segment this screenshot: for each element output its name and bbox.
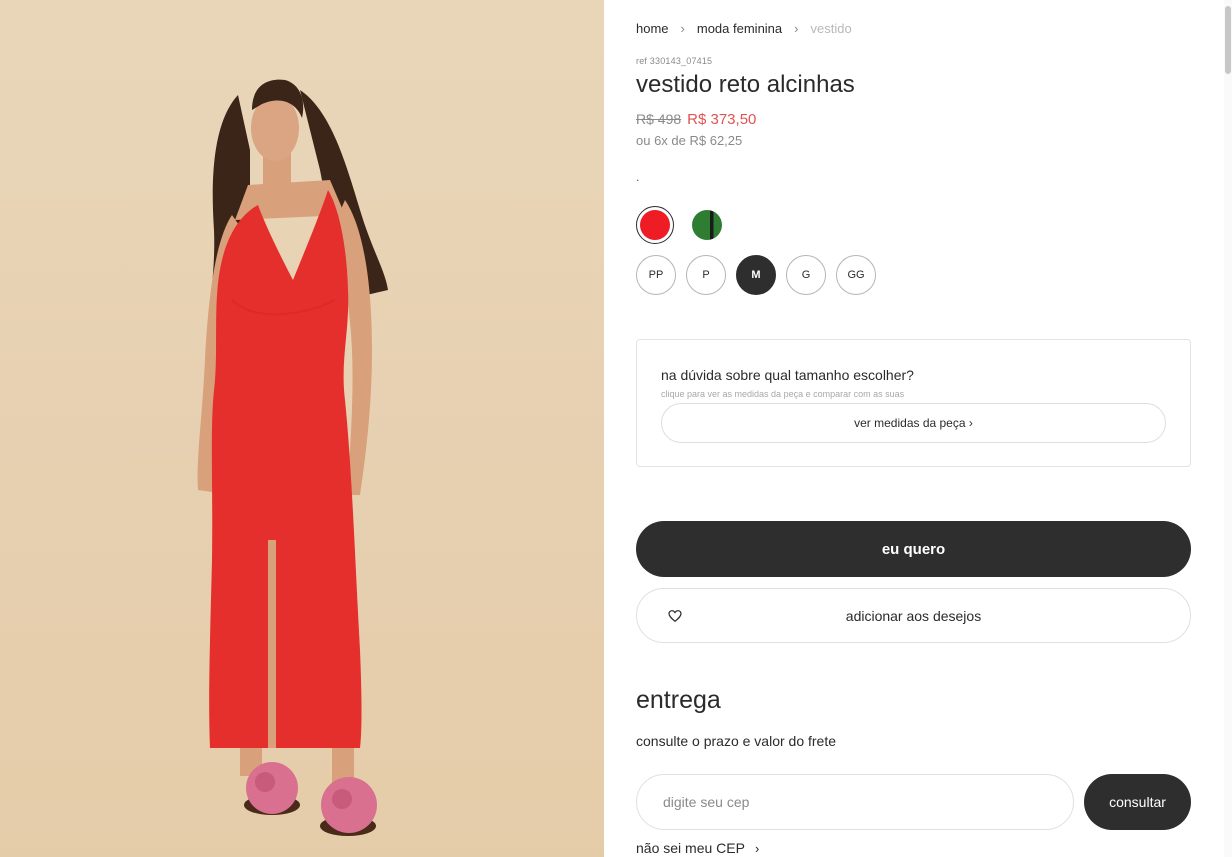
- size-pp[interactable]: PP: [636, 255, 676, 295]
- chevron-right-icon: ›: [680, 21, 685, 36]
- delivery-title: entrega: [636, 686, 721, 714]
- breadcrumb: home › moda feminina › vestido: [636, 21, 852, 36]
- color-selector: [636, 206, 726, 244]
- chevron-right-icon: ›: [794, 21, 799, 36]
- breadcrumb-current: vestido: [810, 21, 852, 36]
- model-illustration: [197, 79, 388, 836]
- price-block: R$ 498 R$ 373,50: [636, 111, 756, 128]
- color-fill: [640, 210, 670, 240]
- size-help-hint: clique para ver as medidas da peça e com…: [661, 389, 905, 399]
- old-price: R$ 498: [636, 111, 682, 127]
- buy-button[interactable]: eu quero: [636, 521, 1191, 577]
- breadcrumb-moda-feminina[interactable]: moda feminina: [697, 21, 782, 36]
- color-swatch-vermelho[interactable]: [636, 206, 674, 244]
- size-selector: PP P M G GG: [636, 255, 876, 295]
- scrollbar-thumb[interactable]: [1225, 6, 1231, 74]
- installments: ou 6x de R$ 62,25: [636, 133, 743, 148]
- no-cep-label: não sei meu CEP: [636, 840, 745, 856]
- size-m[interactable]: M: [736, 255, 776, 295]
- color-swatch-verde[interactable]: [688, 206, 726, 244]
- size-gg[interactable]: GG: [836, 255, 876, 295]
- chevron-right-icon: ›: [754, 840, 760, 856]
- size-p[interactable]: P: [686, 255, 726, 295]
- size-g[interactable]: G: [786, 255, 826, 295]
- heart-icon: [668, 610, 682, 623]
- product-title: vestido reto alcinhas: [636, 71, 855, 98]
- cep-input[interactable]: [636, 774, 1074, 830]
- size-help-question: na dúvida sobre qual tamanho escolher?: [661, 367, 914, 383]
- product-ref: ref 330143_07415: [636, 56, 713, 66]
- size-help-box: na dúvida sobre qual tamanho escolher? c…: [636, 339, 1191, 467]
- sale-price: R$ 373,50: [687, 111, 757, 128]
- add-to-wishlist-button[interactable]: adicionar aos desejos: [636, 588, 1191, 643]
- scrollbar[interactable]: [1224, 0, 1232, 857]
- color-fill: [692, 210, 722, 240]
- breadcrumb-home[interactable]: home: [636, 21, 669, 36]
- view-measurements-button[interactable]: ver medidas da peça ›: [661, 403, 1166, 443]
- product-details: home › moda feminina › vestido ref 33014…: [636, 0, 1192, 857]
- consult-button[interactable]: consultar: [1084, 774, 1191, 830]
- wishlist-label: adicionar aos desejos: [845, 607, 982, 624]
- color-name-label: .: [636, 170, 640, 184]
- delivery-subtitle: consulte o prazo e valor do frete: [636, 733, 837, 749]
- no-cep-link[interactable]: não sei meu CEP ›: [636, 840, 759, 856]
- product-photo[interactable]: [0, 0, 604, 857]
